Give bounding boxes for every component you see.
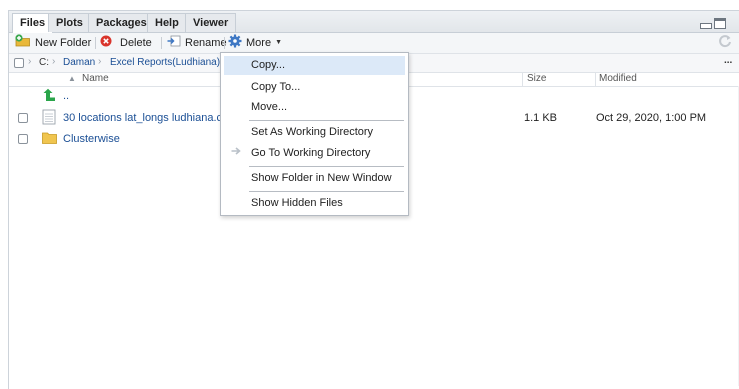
column-header-name[interactable]: Name bbox=[82, 73, 109, 84]
rename-label: Rename bbox=[185, 37, 227, 49]
row-checkbox[interactable] bbox=[18, 134, 28, 144]
file-size: 1.1 KB bbox=[524, 112, 558, 124]
files-toolbar: New Folder Delete Rename More ▼ bbox=[9, 33, 739, 54]
chevron-right-icon: › bbox=[52, 56, 56, 67]
rename-icon bbox=[167, 35, 181, 52]
toolbar-divider bbox=[95, 37, 96, 49]
menu-divider bbox=[249, 120, 404, 121]
menu-item-move[interactable]: Move... bbox=[224, 98, 405, 117]
chevron-down-icon: ▼ bbox=[275, 39, 282, 46]
new-folder-icon bbox=[15, 34, 31, 52]
pane-tab-bar: Files Plots Packages Help Viewer bbox=[9, 11, 739, 33]
new-folder-label: New Folder bbox=[35, 37, 92, 49]
more-menu-button[interactable]: More ▼ bbox=[228, 34, 282, 53]
rename-button[interactable]: Rename bbox=[167, 35, 227, 51]
toolbar-divider bbox=[224, 37, 225, 49]
more-label: More bbox=[246, 37, 272, 49]
minimize-pane-button[interactable] bbox=[700, 23, 712, 29]
column-divider bbox=[522, 73, 523, 86]
more-dropdown-menu: Copy... Copy To... Move... Set As Workin… bbox=[220, 52, 409, 216]
tab-plots[interactable]: Plots bbox=[48, 13, 91, 32]
menu-divider bbox=[249, 191, 404, 192]
folder-icon bbox=[42, 131, 57, 147]
gear-icon bbox=[228, 34, 242, 53]
delete-icon bbox=[100, 35, 112, 52]
menu-item-copy[interactable]: Copy... bbox=[224, 56, 405, 75]
tab-files[interactable]: Files bbox=[12, 13, 54, 33]
file-name-link[interactable]: 30 locations lat_longs ludhiana.csv bbox=[63, 112, 233, 124]
row-checkbox[interactable] bbox=[18, 113, 28, 123]
toolbar-divider bbox=[161, 37, 162, 49]
menu-item-show-hidden-files[interactable]: Show Hidden Files bbox=[224, 194, 405, 213]
breadcrumb-root[interactable]: C: bbox=[39, 57, 49, 68]
breadcrumb-daman[interactable]: Daman bbox=[63, 57, 95, 68]
file-icon bbox=[42, 109, 56, 128]
refresh-button[interactable] bbox=[718, 34, 732, 53]
parent-directory-link[interactable]: .. bbox=[63, 90, 69, 102]
menu-divider bbox=[249, 166, 404, 167]
menu-item-set-working-directory[interactable]: Set As Working Directory bbox=[224, 123, 405, 142]
new-folder-button[interactable]: New Folder bbox=[15, 34, 92, 52]
path-more-button[interactable]: ... bbox=[724, 55, 732, 66]
column-header-modified[interactable]: Modified bbox=[599, 73, 637, 84]
select-all-checkbox[interactable] bbox=[14, 58, 24, 68]
tab-help[interactable]: Help bbox=[147, 13, 187, 32]
window-controls bbox=[700, 18, 730, 30]
folder-name-link[interactable]: Clusterwise bbox=[63, 133, 120, 145]
tab-packages[interactable]: Packages bbox=[88, 13, 155, 32]
menu-item-copy-to[interactable]: Copy To... bbox=[224, 78, 405, 97]
chevron-right-icon: › bbox=[28, 56, 32, 67]
column-header-size[interactable]: Size bbox=[527, 73, 546, 84]
breadcrumb-excel-reports[interactable]: Excel Reports(Ludhiana) bbox=[110, 57, 220, 68]
chevron-right-icon: › bbox=[98, 56, 102, 67]
refresh-icon bbox=[718, 34, 732, 53]
sort-ascending-icon: ▲ bbox=[68, 74, 76, 83]
maximize-pane-button[interactable] bbox=[714, 18, 726, 29]
tab-viewer[interactable]: Viewer bbox=[185, 13, 237, 32]
menu-item-show-folder-new-window[interactable]: Show Folder in New Window bbox=[224, 169, 405, 188]
file-modified: Oct 29, 2020, 1:00 PM bbox=[596, 112, 707, 124]
delete-button[interactable]: Delete bbox=[100, 35, 152, 51]
up-arrow-icon bbox=[42, 88, 56, 105]
menu-item-go-to-working-directory[interactable]: Go To Working Directory bbox=[224, 144, 405, 163]
column-divider bbox=[595, 73, 596, 86]
delete-label: Delete bbox=[120, 37, 152, 49]
